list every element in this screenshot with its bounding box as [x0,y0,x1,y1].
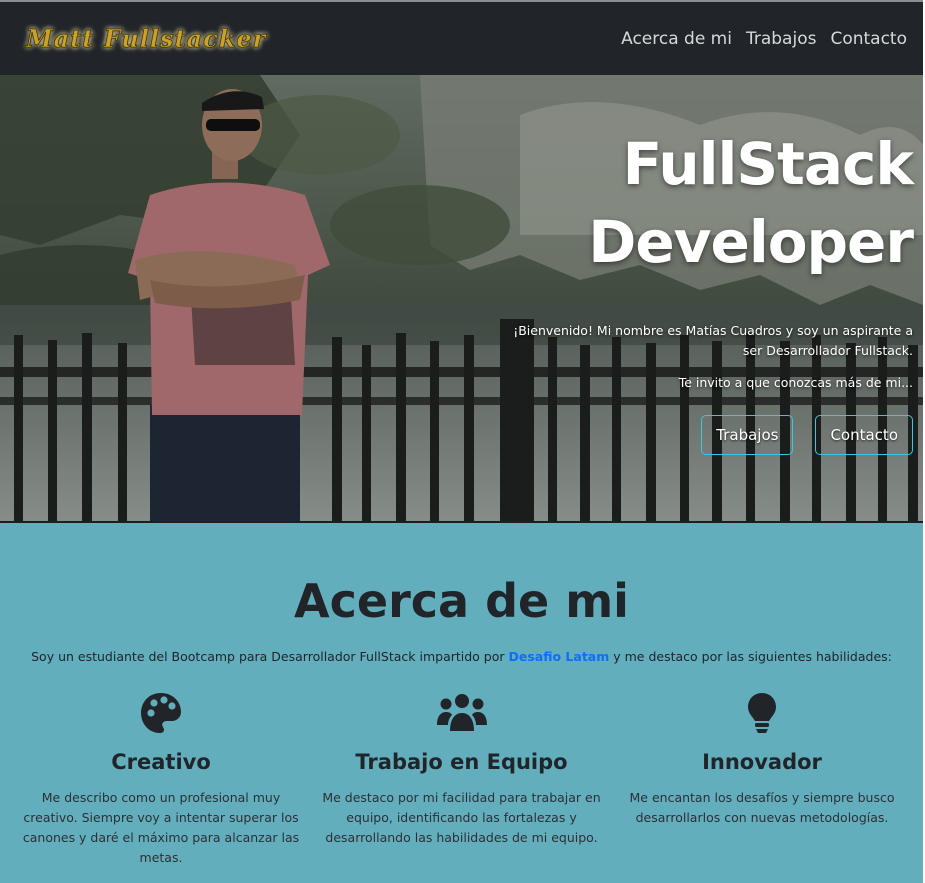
about-intro: Soy un estudiante del Bootcamp para Desa… [0,649,923,664]
hero-title-line2: Developer [588,208,914,276]
nav-link-contacto[interactable]: Contacto [830,29,907,49]
hero-section: FullStack Developer ¡Bienvenido! Mi nomb… [0,75,923,523]
nav-link-acerca[interactable]: Acerca de mi [621,29,732,49]
contacto-button[interactable]: Contacto [815,415,913,455]
skill-card-innovador: Innovador Me encantan los desafíos y sie… [621,690,903,868]
nav-links: Acerca de mi Trabajos Contacto [621,29,907,49]
about-intro-before: Soy un estudiante del Bootcamp para Desa… [31,649,509,664]
hero-welcome-text: ¡Bienvenido! Mi nombre es Matías Cuadros… [513,323,913,358]
navbar: Matt Fullstacker Acerca de mi Trabajos C… [0,0,923,75]
hero-content: FullStack Developer ¡Bienvenido! Mi nomb… [493,125,914,455]
skill-text-innovador: Me encantan los desafíos y siempre busco… [629,790,895,825]
skill-title-innovador: Innovador [702,750,822,774]
users-icon [436,694,487,731]
skill-card-creativo: Creativo Me describo como un profesional… [20,690,302,868]
nav-link-trabajos[interactable]: Trabajos [746,29,816,49]
about-title: Acerca de mi [294,574,629,628]
skill-card-trabajo-equipo: Trabajo en Equipo Me destaco por mi faci… [321,690,603,868]
brand-logo[interactable]: Matt Fullstacker [26,24,266,54]
skill-title-trabajo-equipo: Trabajo en Equipo [355,750,568,774]
skill-text-trabajo-equipo: Me destaco por mi facilidad para trabaja… [322,790,601,845]
skill-text-creativo: Me describo como un profesional muy crea… [22,790,300,865]
trabajos-button[interactable]: Trabajos [701,415,794,455]
desafio-latam-link[interactable]: Desafio Latam [509,649,610,664]
skill-title-creativo: Creativo [111,750,211,774]
lightbulb-icon [748,693,776,733]
palette-icon [141,693,181,733]
skills-row: Creativo Me describo como un profesional… [0,690,923,868]
hero-buttons: Trabajos Contacto [493,415,913,455]
about-section: Acerca de mi Soy un estudiante del Bootc… [0,523,923,883]
hero-title: FullStack Developer [493,125,914,281]
hero-title-line1: FullStack [622,130,914,198]
page: Matt Fullstacker Acerca de mi Trabajos C… [0,0,925,883]
about-intro-after: y me destaco por las siguientes habilida… [609,649,892,664]
hero-invite-text: Te invito a que conozcas más de mi... [678,375,913,390]
